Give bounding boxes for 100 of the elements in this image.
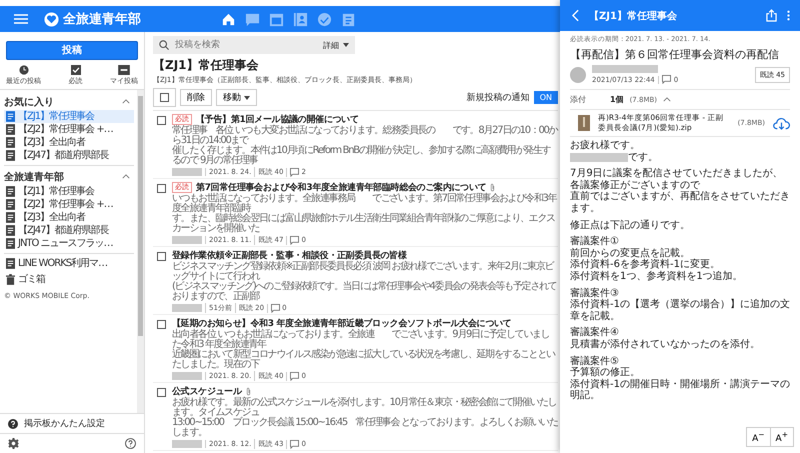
body-text: 直前ではございますが、再配信をさせていただきます。	[570, 191, 790, 215]
body-text: 予算額の修正。	[570, 367, 640, 378]
board-item[interactable]: 【ZJ47】都道府県部長	[4, 148, 134, 162]
board-item[interactable]: 【ZJ3】全出向者	[4, 210, 134, 224]
document-icon	[6, 186, 15, 196]
clipboard-icon[interactable]	[341, 12, 356, 26]
share-icon[interactable]	[766, 9, 777, 22]
search-icon	[159, 40, 169, 50]
body-text: 審議案件①	[570, 236, 619, 248]
board-item[interactable]: 【ZJ3】全出向者	[4, 136, 134, 148]
help-icon	[8, 418, 18, 428]
chevron-icon[interactable]	[663, 97, 672, 102]
post-title[interactable]: 【延期のお知らせ】令和3 年度全旅連青年部近畿ブロック会ソフトボール大会について	[172, 317, 512, 330]
body-text: 添付資料-1の開催日時・開催場所・講演テーマの明記。	[570, 378, 790, 402]
sidebar-item[interactable]: ゴミ箱	[4, 272, 137, 286]
body-text: 添付資料-6を参考資料-1に変更。	[570, 259, 720, 270]
document-icon	[6, 224, 15, 236]
post-excerpt: いつもお世話になっております。全旅連事務局 でございます。第7回常任理事会および令和3年度全旅連青年部臨時	[172, 194, 558, 214]
comment-icon	[290, 236, 300, 244]
board-item[interactable]: 【ZJ2】常任理事会 +…	[4, 122, 134, 136]
scrollbar[interactable]	[137, 90, 144, 413]
comment-icon	[290, 372, 300, 380]
panel-title: 【ZJ1】常任理事会	[589, 10, 678, 22]
post-excerpt: 13:00~15:00 ブロック長会議 15:00~16:45 常任理事会 となっております。よろしくお願いいたします。	[172, 418, 558, 438]
chevron-icon[interactable]	[122, 174, 130, 179]
document-icon	[6, 258, 15, 268]
section-title: 全旅連青年部	[4, 170, 64, 184]
post-excerpt: 近畿圏において新型コロナウイルス感染が急速に拡大している状況を考慮し、延期をすることといたしました。現在の下	[172, 350, 556, 370]
home-icon[interactable]	[221, 12, 236, 26]
board-title: 【ZJ1】常任理事会	[153, 57, 260, 74]
body-text: お疲れ様です。	[570, 140, 640, 152]
sidebar-item[interactable]: LINE WORKS利用マ…	[4, 256, 137, 270]
trash-icon	[6, 274, 15, 284]
board-item[interactable]: 【ZJ1】常任理事会	[4, 184, 134, 198]
document-icon	[6, 198, 15, 210]
select-all-button[interactable]	[153, 88, 176, 107]
body-text: 審議案件③	[570, 288, 619, 299]
help-icon[interactable]	[125, 438, 136, 449]
post-button[interactable]: 投稿	[6, 40, 138, 60]
comment-icon	[290, 440, 300, 448]
author-placeholder	[172, 236, 202, 244]
attachment-count: 1個	[610, 94, 624, 105]
author-placeholder	[172, 304, 202, 312]
delete-button[interactable]: 削除	[180, 89, 212, 106]
comment-icon	[290, 168, 300, 176]
post-excerpt: (ビジネスマッチング)へのご登録依頼です。当日には常任理事会や4委員会の発表会等も予定されておりますので、正副部	[172, 282, 558, 302]
post-excerpt: お疲れ様です。最新の公式スケジュールを添付します。10月常任＆東京・秘密会館にて開催いたします。タイムスケジュ	[172, 398, 556, 418]
board-item[interactable]: 【ZJ47】都道府県部長	[4, 224, 134, 236]
body-text: 前回からの変更点を記載。	[570, 248, 690, 259]
post-excerpt: 催したく存じます。本件は10月頃にReform BnBの開催が決定し、参加する際に高額費用が発生するので 9月の常任理事	[172, 146, 552, 166]
post-excerpt: す。また、臨時総会翌日には富山県旅館ホテル生活衛生同業組合青年部様のご厚意により、エクスカーションを開催いた	[172, 214, 556, 234]
post-title[interactable]: 公式スケジュール	[172, 385, 242, 398]
board-item[interactable]: JNTO ニュースフラッ…	[4, 236, 134, 250]
post-checkbox[interactable]	[157, 388, 166, 397]
chevron-icon[interactable]	[122, 99, 130, 104]
back-icon[interactable]	[572, 9, 579, 22]
body-text: です。	[628, 152, 658, 164]
comment-icon	[662, 75, 671, 84]
caret-icon	[343, 43, 349, 47]
move-button[interactable]: 移動	[216, 89, 257, 106]
caret-icon	[244, 96, 250, 100]
logo-icon	[44, 12, 59, 26]
download-icon[interactable]	[773, 116, 790, 130]
settings-icon[interactable]	[8, 438, 19, 449]
author-placeholder	[172, 440, 202, 448]
clock-icon	[18, 64, 28, 74]
select-all-checkbox[interactable]	[160, 93, 169, 102]
post-excerpt: 常任理事 各位 いつも大変お世話になっております。総務委員長の です。8月27日の10：00から31日の14:00まで	[172, 126, 558, 146]
post-checkbox[interactable]	[157, 320, 166, 329]
post-heading: 【再配信】第６回常任理事会資料の再配信	[570, 47, 780, 62]
body-text: 修正点は下記の通りです。	[570, 220, 690, 232]
post-title[interactable]: 第7回常任理事会および令和3年度全旅連青年部臨時総会のご案内について	[196, 181, 486, 194]
avatar-placeholder	[570, 66, 586, 82]
notify-toggle[interactable]: ON	[534, 91, 558, 104]
detail-dropdown[interactable]: 詳細	[323, 40, 339, 50]
document-icon	[6, 238, 15, 248]
body-text: 7月9日に議案を配信させていただきましたが、各議案修正がございますので	[570, 168, 784, 191]
folder-icon	[118, 64, 130, 74]
search-field[interactable]: 投稿を検索 詳細	[153, 36, 355, 54]
post-checkbox[interactable]	[157, 116, 166, 125]
document-icon	[6, 212, 15, 222]
section-title: お気に入り	[4, 96, 54, 108]
more-icon[interactable]	[787, 9, 790, 22]
document-icon	[6, 110, 15, 122]
body-text: 見積書が添付されていなかったのを添付。	[570, 338, 760, 350]
menu-icon[interactable]	[14, 14, 28, 24]
body-text: 審議案件⑤	[570, 356, 619, 366]
app-title: 全旅連青年部	[63, 10, 141, 28]
comment-icon	[271, 304, 280, 312]
post-title[interactable]: 登録作業依頼※正副部長・監事・相談役・正副委員長の皆様	[172, 249, 407, 262]
post-checkbox[interactable]	[157, 252, 166, 261]
post-checkbox[interactable]	[157, 184, 166, 193]
board-item[interactable]: 【ZJ2】常任理事会 +…	[4, 198, 134, 210]
notify-label: 新規投稿の通知	[466, 92, 530, 104]
author-placeholder	[592, 65, 658, 73]
setup-link[interactable]: 掲示板かんたん設定	[24, 417, 105, 430]
post-title[interactable]: 【予告】第1回メール協議の開催について	[196, 113, 359, 126]
post-excerpt: 出向者各位 いつもお世話になっております。全旅連 でございます。9月9日に予定していました令和3 年度全旅連青年	[172, 330, 550, 350]
board-item[interactable]: 【ZJ1】常任理事会	[4, 110, 134, 122]
body-text: 審議案件④	[570, 327, 619, 338]
